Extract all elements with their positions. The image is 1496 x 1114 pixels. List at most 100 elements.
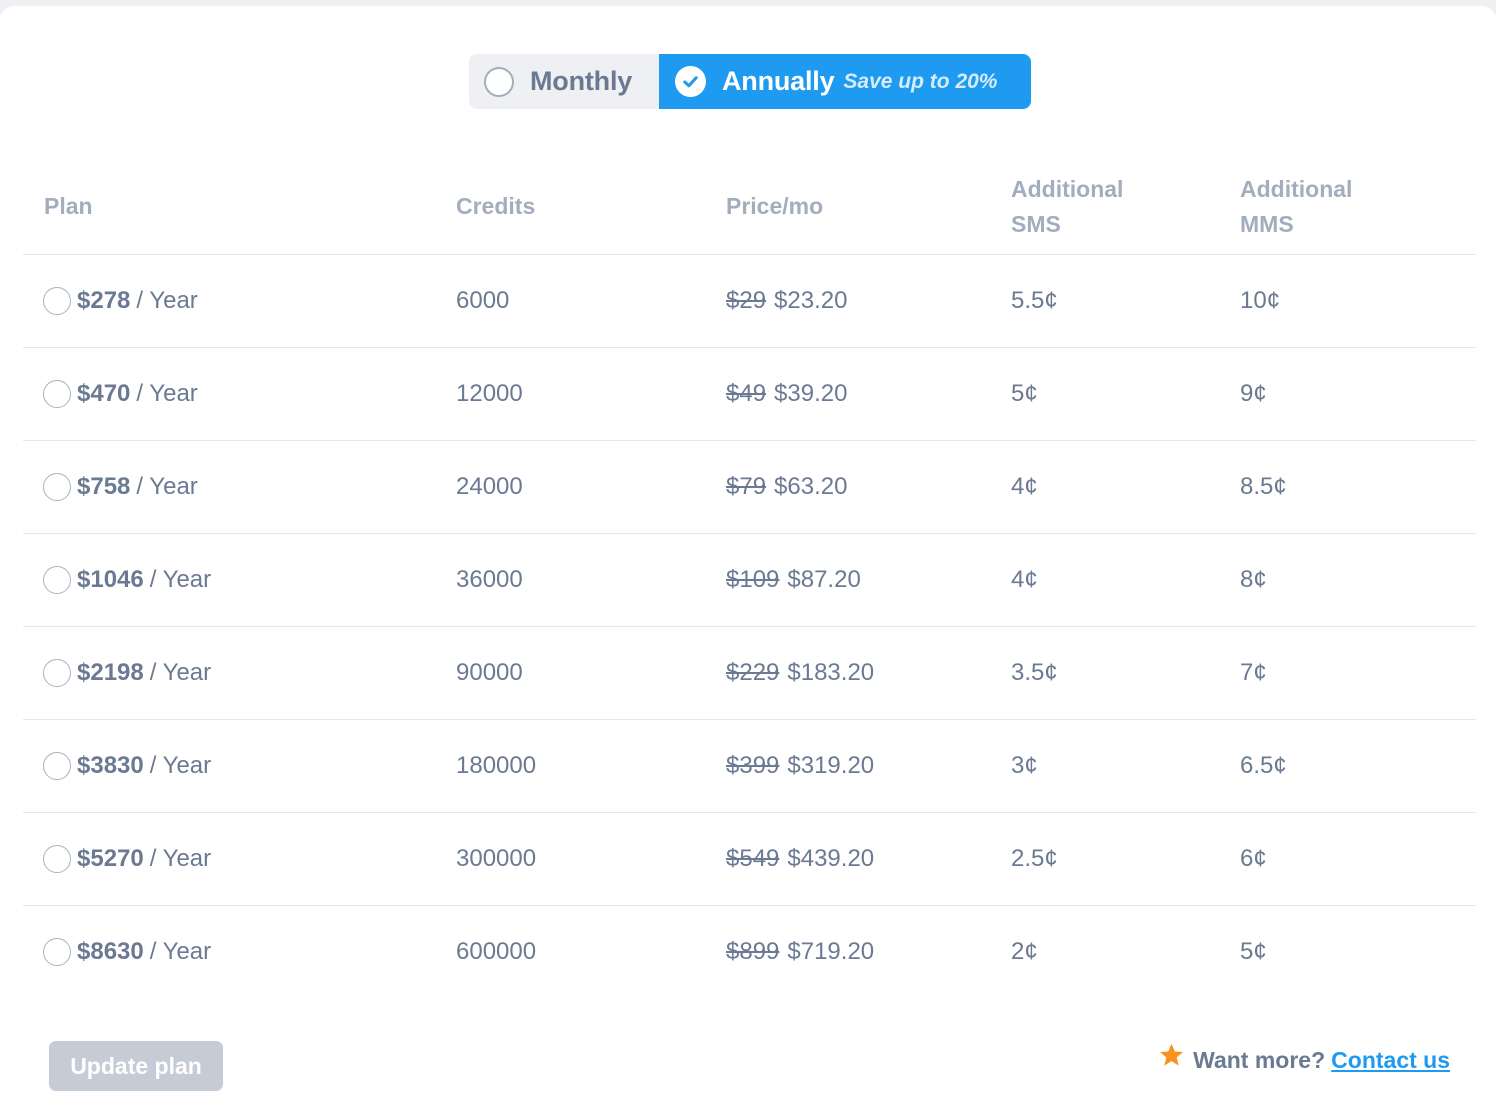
price-cell: $229 $183.20 [726,627,874,719]
plan-radio[interactable] [43,380,71,408]
price-cell: $79 $63.20 [726,441,847,533]
plan-cell: $470 / Year [43,348,198,440]
table-row[interactable]: $3830 / Year 180000 $399 $319.20 3¢ 6.5¢ [23,720,1476,813]
plan-amount: $8630 [77,938,144,965]
plan-amount: $5270 [77,845,144,872]
sms-cell: 4¢ [1011,473,1038,500]
plan-period: / Year [136,380,198,407]
table-row[interactable]: $2198 / Year 90000 $229 $183.20 3.5¢ 7¢ [23,627,1476,720]
header-sms-line1: Additional [1011,176,1124,202]
radio-unchecked-icon [484,66,514,97]
sms-cell: 3¢ [1011,752,1038,779]
billing-option-monthly[interactable]: Monthly [469,54,659,109]
sms-cell: 5.5¢ [1011,287,1058,314]
billing-option-annual[interactable]: Annually Save up to 20% [659,54,1031,109]
plan-amount: $1046 [77,566,144,593]
new-price: $719.20 [787,938,875,965]
table-row[interactable]: $278 / Year 6000 $29 $23.20 5.5¢ 10¢ [23,255,1476,348]
plan-cell: $1046 / Year [43,534,211,626]
billing-option-annual-label: Annually [722,66,835,96]
old-price: $79 [726,473,767,500]
plan-cell: $2198 / Year [43,627,211,719]
table-row[interactable]: $8630 / Year 600000 $899 $719.20 2¢ 5¢ [23,906,1476,999]
new-price: $183.20 [787,659,875,686]
plan-cell: $5270 / Year [43,813,211,905]
old-price: $109 [726,566,780,593]
new-price: $439.20 [787,845,875,872]
price-cell: $399 $319.20 [726,720,874,812]
plan-cell: $278 / Year [43,255,198,347]
credits-cell: 12000 [456,380,523,407]
plan-card: Monthly Annually Save up to 20% Plan Cre… [0,6,1496,1114]
plan-cell: $758 / Year [43,441,198,533]
header-credits: Credits [456,193,536,219]
new-price: $39.20 [774,380,848,407]
plan-amount: $3830 [77,752,144,779]
new-price: $23.20 [774,287,848,314]
old-price: $899 [726,938,780,965]
mms-cell: 6¢ [1240,845,1267,872]
old-price: $49 [726,380,767,407]
plan-amount: $470 [77,380,131,407]
table-row[interactable]: $470 / Year 12000 $49 $39.20 5¢ 9¢ [23,348,1476,441]
plan-cell: $3830 / Year [43,720,211,812]
plan-period: / Year [149,659,212,686]
plan-amount: $758 [77,473,131,500]
credits-cell: 6000 [456,287,510,314]
new-price: $87.20 [787,566,861,593]
plan-radio[interactable] [43,287,71,315]
sms-cell: 4¢ [1011,566,1038,593]
price-cell: $899 $719.20 [726,906,874,998]
credits-cell: 300000 [456,845,537,872]
header-additional-sms: Additional SMS [1011,172,1123,242]
header-price: Price/mo [726,193,824,219]
plan-period: / Year [149,845,212,872]
credits-cell: 600000 [456,938,537,965]
table-header: Plan Credits Price/mo Additional SMS Add… [23,166,1476,255]
star-icon [1158,1042,1185,1075]
sms-cell: 2¢ [1011,938,1038,965]
table-row[interactable]: $1046 / Year 36000 $109 $87.20 4¢ 8¢ [23,534,1476,627]
save-badge: Save up to 20% [843,70,998,93]
header-mms-line2: MMS [1240,211,1294,237]
price-cell: $29 $23.20 [726,255,847,347]
plan-radio[interactable] [43,473,71,501]
plan-radio[interactable] [43,938,71,966]
new-price: $63.20 [774,473,848,500]
sms-cell: 3.5¢ [1011,659,1058,686]
plan-period: / Year [136,473,198,500]
billing-option-monthly-label: Monthly [530,66,633,96]
old-price: $229 [726,659,780,686]
plan-amount: $278 [77,287,131,314]
credits-cell: 36000 [456,566,523,593]
plan-amount: $2198 [77,659,144,686]
credits-cell: 90000 [456,659,523,686]
mms-cell: 5¢ [1240,938,1267,965]
update-plan-button[interactable]: Update plan [49,1041,223,1091]
mms-cell: 8¢ [1240,566,1267,593]
credits-cell: 180000 [456,752,537,779]
header-mms-line1: Additional [1240,176,1353,202]
contact-us-link[interactable]: Contact us [1331,1047,1450,1074]
credits-cell: 24000 [456,473,523,500]
table-row[interactable]: $758 / Year 24000 $79 $63.20 4¢ 8.5¢ [23,441,1476,534]
mms-cell: 7¢ [1240,659,1267,686]
price-cell: $109 $87.20 [726,534,861,626]
plan-period: / Year [149,566,212,593]
header-additional-mms: Additional MMS [1240,172,1352,242]
plan-radio[interactable] [43,752,71,780]
plan-period: / Year [149,752,212,779]
header-plan: Plan [44,193,93,219]
sms-cell: 5¢ [1011,380,1038,407]
plan-radio[interactable] [43,659,71,687]
old-price: $29 [726,287,767,314]
plans-table: Plan Credits Price/mo Additional SMS Add… [23,166,1476,999]
table-row[interactable]: $5270 / Year 300000 $549 $439.20 2.5¢ 6¢ [23,813,1476,906]
plan-radio[interactable] [43,845,71,873]
plan-cell: $8630 / Year [43,906,211,998]
old-price: $399 [726,752,780,779]
old-price: $549 [726,845,780,872]
table-body: $278 / Year 6000 $29 $23.20 5.5¢ 10¢ $47… [23,255,1476,999]
contact-prompt: Want more? Contact us [1158,1043,1450,1075]
plan-radio[interactable] [43,566,71,594]
